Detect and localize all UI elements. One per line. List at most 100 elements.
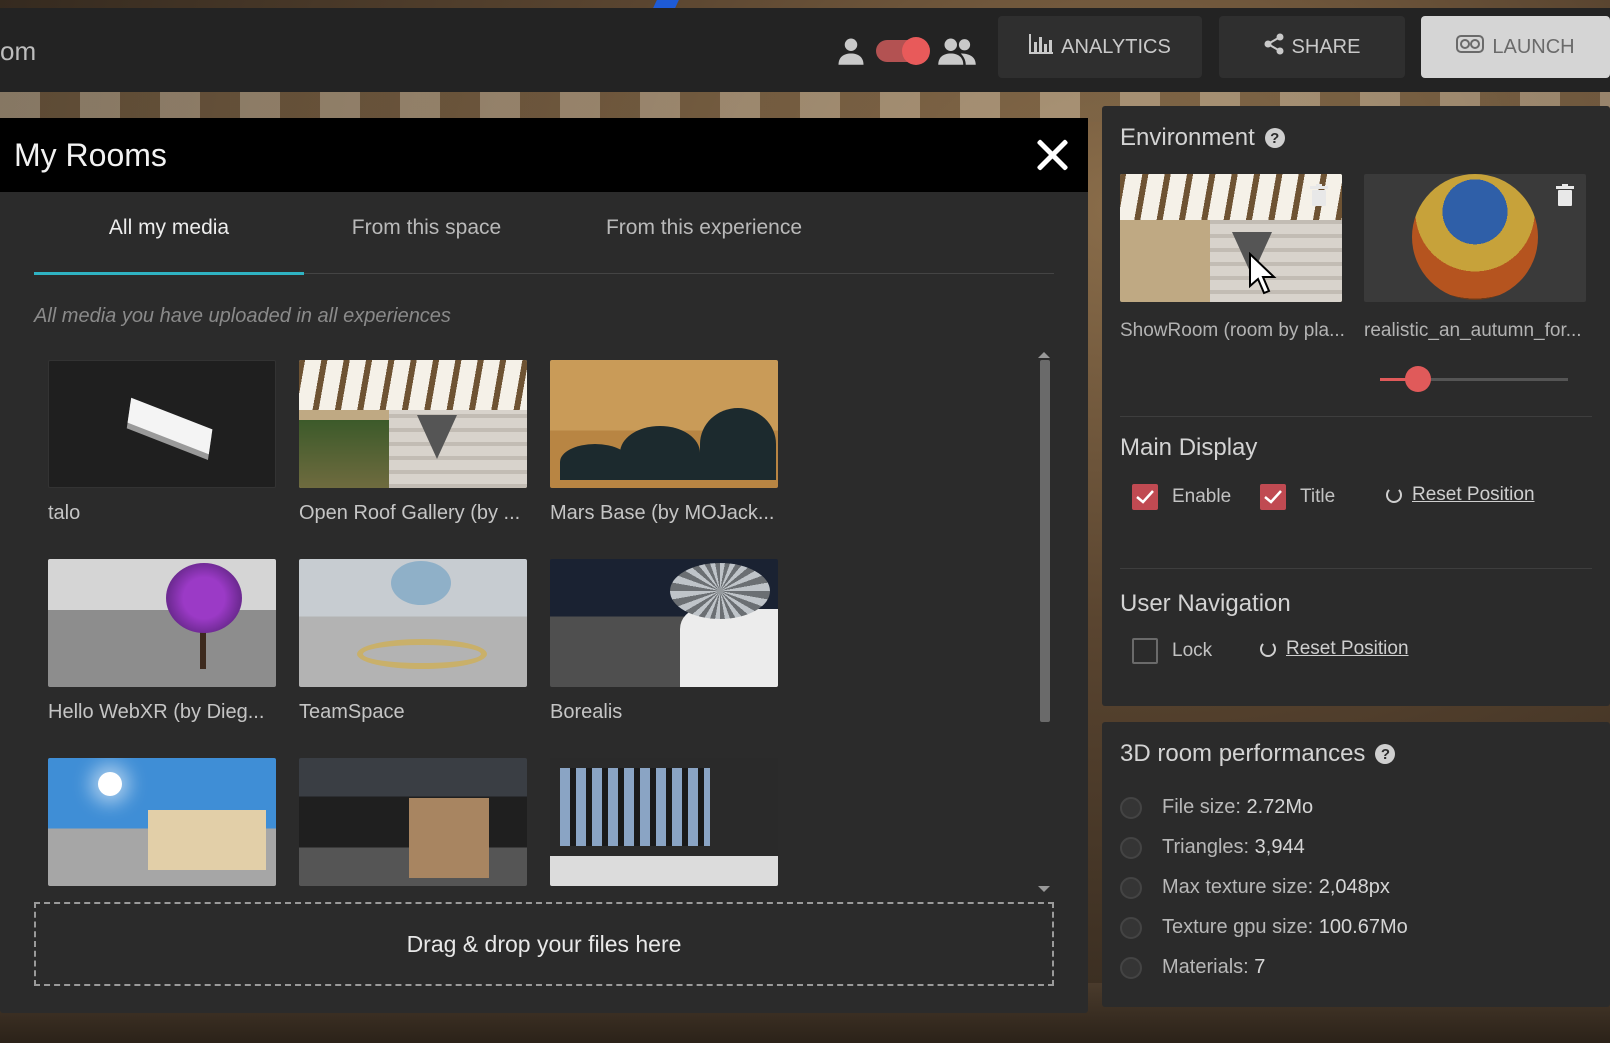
reset-position-link[interactable]: Reset Position [1286,638,1409,660]
vr-headset-icon [1456,35,1485,59]
mode-toggle[interactable] [836,36,976,66]
perf-row-materials: Materials: 7 [1120,956,1265,979]
share-label: SHARE [1291,35,1361,58]
media-card-window-room[interactable] [550,758,778,890]
status-icon [1120,836,1142,859]
perf-label: Triangles: [1162,836,1250,858]
media-card-borealis[interactable]: Borealis [550,559,778,724]
status-icon [1120,956,1142,979]
perf-row-max-texture: Max texture size: 2,048px [1120,876,1390,899]
perf-value: 100.67Mo [1318,916,1408,938]
slider-handle[interactable] [1404,366,1431,392]
media-card-open-roof-gallery[interactable]: Open Roof Gallery (by ... [299,360,527,525]
launch-label: LAUNCH [1492,35,1575,58]
media-card-mars-base[interactable]: Mars Base (by MOJack... [550,360,778,525]
media-card-sky-house[interactable] [48,758,276,890]
bar-chart-icon [1029,34,1054,60]
multi-user-toggle[interactable] [876,37,930,65]
environment-item-showroom[interactable] [1120,174,1342,302]
perf-row-file-size: File size: 2.72Mo [1120,796,1313,819]
file-dropzone[interactable]: Drag & drop your files here [34,902,1054,986]
reset-position-link[interactable]: Reset Position [1412,484,1535,506]
environment-label: ShowRoom (room by pla... [1120,320,1345,341]
lock-checkbox[interactable] [1132,638,1158,664]
grid-scrollbar[interactable] [1040,360,1050,722]
main-display-title: Main Display [1120,434,1258,461]
perf-label: Materials: [1162,956,1249,978]
media-thumbnail [48,360,276,488]
media-thumbnail [550,559,778,687]
media-card-talo[interactable]: talo [48,360,276,525]
performance-panel: 3D room performances ? File size: 2.72Mo… [1102,722,1610,1007]
help-icon[interactable]: ? [1375,744,1396,764]
performance-title-text: 3D room performances [1120,740,1366,767]
top-bar: om ANALYTICS SHARE LAUNCH [0,8,1610,92]
share-icon [1264,33,1284,61]
reset-icon [1260,641,1276,657]
perf-value: 2.72Mo [1246,796,1314,818]
media-label: TeamSpace [299,701,405,723]
divider [1120,568,1592,569]
enable-checkbox[interactable] [1132,484,1158,510]
title-label: Title [1300,486,1336,507]
navigation-reset[interactable]: Reset Position [1260,638,1409,660]
media-label: Borealis [550,701,623,723]
media-card-gallery-hall[interactable] [299,758,527,890]
help-icon[interactable]: ? [1264,128,1285,148]
media-thumbnail [299,758,527,886]
space-title: om [0,36,37,66]
perf-value: 3,944 [1254,836,1305,858]
title-checkbox[interactable] [1260,484,1286,510]
perf-label: Max texture size: [1162,876,1314,898]
perf-label: File size: [1162,796,1241,818]
media-card-hello-webxr[interactable]: Hello WebXR (by Dieg... [48,559,276,724]
lock-checkbox-row[interactable]: Lock [1132,638,1212,664]
media-label: talo [48,502,81,524]
media-label: Open Roof Gallery (by ... [299,502,521,524]
enable-checkbox-row[interactable]: Enable [1132,484,1231,510]
share-button[interactable]: SHARE [1219,16,1405,78]
media-tabs: All my media From this space From this e… [34,192,1054,275]
environment-title: Environment ? [1120,124,1285,152]
environment-panel: Environment ? ShowRoom (room by pla... r… [1102,106,1610,706]
tab-from-this-experience[interactable]: From this experience [594,216,814,240]
enable-label: Enable [1172,486,1232,507]
trash-icon[interactable] [1556,184,1574,211]
media-thumbnail [299,559,527,687]
single-user-icon [836,36,866,66]
environment-item-autumn-forest[interactable] [1364,174,1586,302]
tab-all-my-media[interactable]: All my media [34,216,304,240]
my-rooms-modal: My Rooms All my media From this space Fr… [0,118,1088,1013]
perf-row-triangles: Triangles: 3,944 [1120,836,1305,859]
user-navigation-title: User Navigation [1120,590,1291,617]
modal-title: My Rooms [14,136,167,173]
tab-from-this-space[interactable]: From this space [339,216,514,240]
performance-title: 3D room performances ? [1120,740,1396,768]
analytics-button[interactable]: ANALYTICS [998,16,1202,78]
media-thumbnail [550,758,778,886]
scroll-down-arrow[interactable] [1038,886,1050,892]
status-icon [1120,916,1142,939]
close-icon[interactable] [1032,135,1072,175]
media-subtitle: All media you have uploaded in all exper… [34,305,451,327]
environment-title-text: Environment [1120,124,1255,151]
media-grid: talo Open Roof Gallery (by ... Mars Base… [48,360,1048,890]
media-card-teamspace[interactable]: TeamSpace [299,559,527,724]
modal-header: My Rooms [0,118,1088,192]
perf-row-texture-gpu: Texture gpu size: 100.67Mo [1120,916,1408,939]
perf-label: Texture gpu size: [1162,916,1314,938]
media-thumbnail [550,360,778,488]
media-thumbnail [299,360,527,488]
title-checkbox-row[interactable]: Title [1260,484,1335,510]
launch-button[interactable]: LAUNCH [1421,16,1610,78]
main-display-reset[interactable]: Reset Position [1386,484,1535,506]
environment-label: realistic_an_autumn_for... [1364,320,1582,341]
analytics-label: ANALYTICS [1061,35,1171,58]
media-label: Hello WebXR (by Dieg... [48,701,265,723]
mouse-cursor-icon [1248,251,1278,301]
reset-icon [1386,487,1402,503]
trash-icon[interactable] [1310,184,1328,211]
perf-value: 7 [1254,956,1266,978]
scroll-up-arrow[interactable] [1038,352,1050,358]
toggle-knob [902,37,930,65]
